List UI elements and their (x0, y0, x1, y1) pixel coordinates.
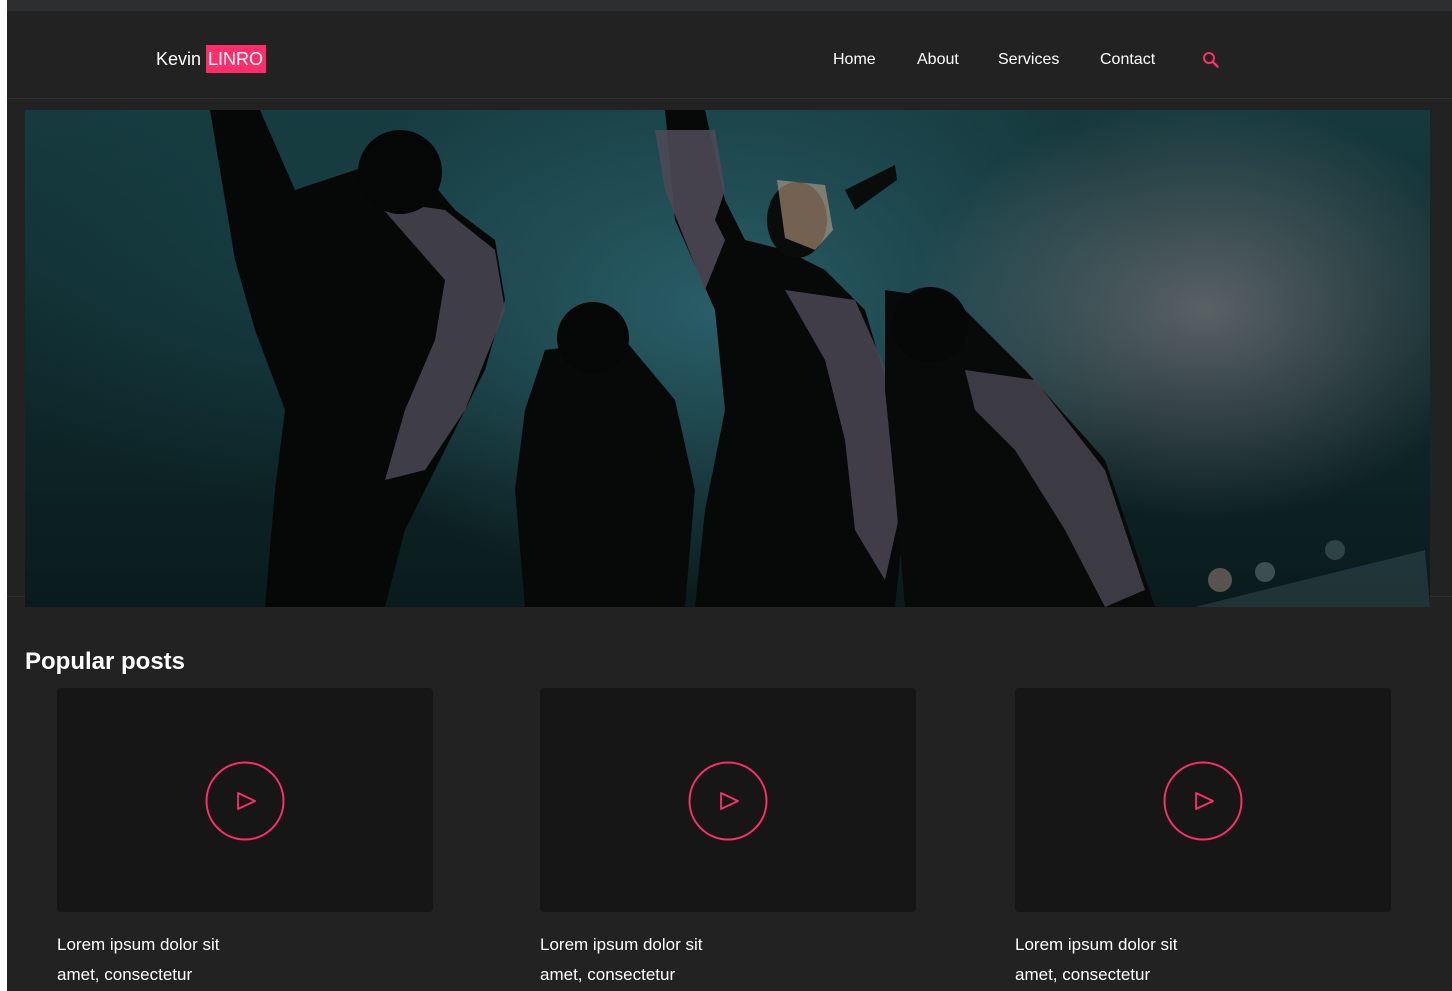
post-card[interactable]: Lorem ipsum dolor sit amet, consectetur (57, 688, 433, 990)
play-icon[interactable] (688, 761, 768, 841)
site-header: Kevin LINRO Home About Services Contact (7, 11, 1452, 99)
nav-about[interactable]: About (917, 50, 959, 70)
post-title[interactable]: Lorem ipsum dolor sit amet, consectetur (1015, 930, 1215, 990)
post-thumbnail[interactable] (540, 688, 916, 912)
nav-services[interactable]: Services (998, 50, 1059, 70)
post-card[interactable]: Lorem ipsum dolor sit amet, consectetur (540, 688, 916, 990)
play-icon[interactable] (1163, 761, 1243, 841)
post-card[interactable]: Lorem ipsum dolor sit amet, consectetur (1015, 688, 1391, 990)
post-title[interactable]: Lorem ipsum dolor sit amet, consectetur (57, 930, 257, 990)
post-thumbnail[interactable] (1015, 688, 1391, 912)
main-nav: Home About Services Contact (7, 50, 1452, 70)
browser-top-strip (7, 0, 1452, 11)
post-title[interactable]: Lorem ipsum dolor sit amet, consectetur (540, 930, 740, 990)
post-thumbnail[interactable] (57, 688, 433, 912)
play-icon[interactable] (205, 761, 285, 841)
search-icon[interactable] (1202, 51, 1220, 69)
nav-contact[interactable]: Contact (1100, 50, 1155, 70)
section-title: Popular posts (25, 647, 186, 675)
page: Kevin LINRO Home About Services Contact (7, 0, 1452, 991)
nav-home[interactable]: Home (833, 50, 876, 70)
hero-image (25, 110, 1430, 607)
